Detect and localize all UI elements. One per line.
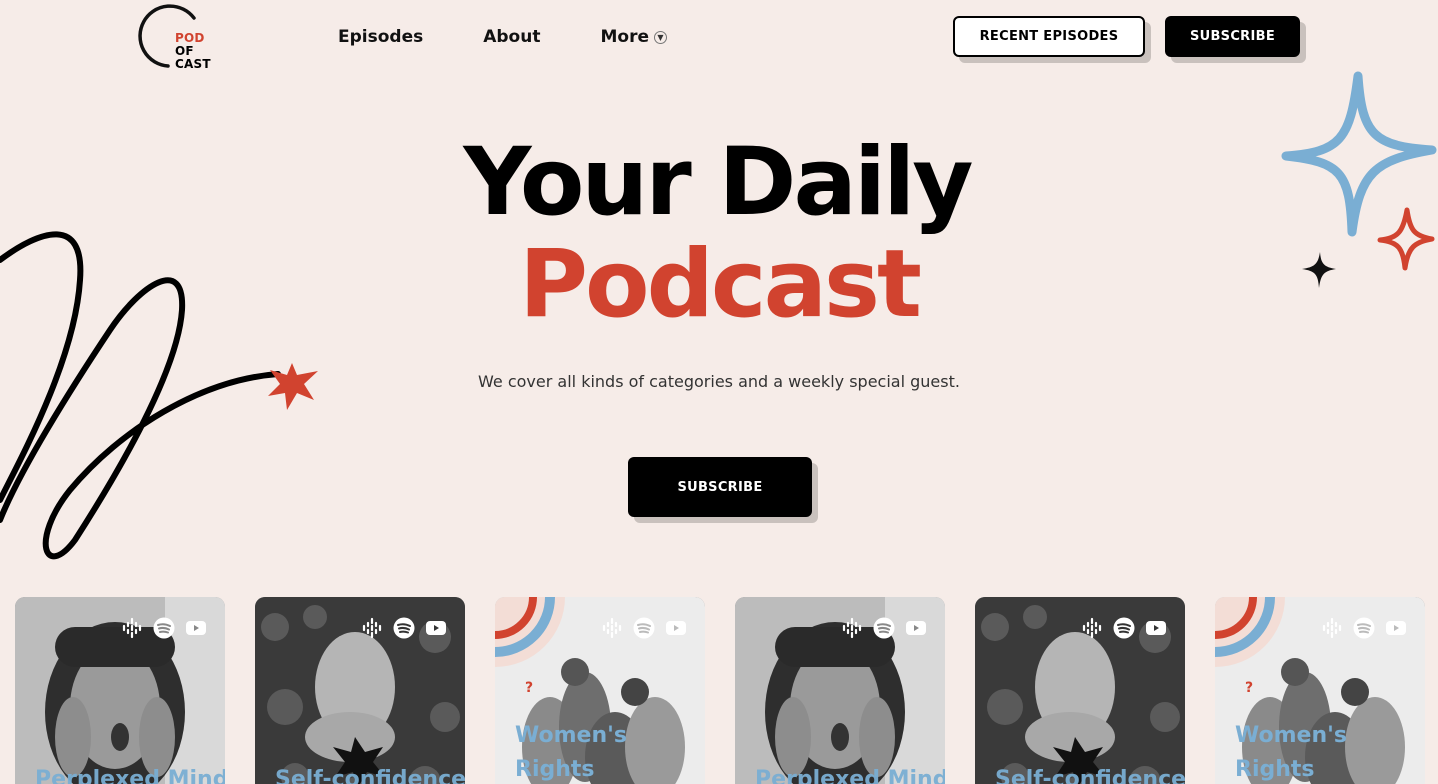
episode-title-line1: Women's [1235,723,1347,748]
spotify-icon[interactable] [153,617,175,639]
subscribe-button-header[interactable]: SUBSCRIBE [1165,16,1300,57]
spotify-icon[interactable] [393,617,415,639]
platform-icons [361,617,447,639]
nav-more-label: More [600,27,649,47]
podcasts-icon[interactable] [121,617,143,639]
nav-more[interactable]: More ▼ [600,26,667,48]
youtube-icon[interactable] [185,617,207,639]
spotify-icon[interactable] [873,617,895,639]
spotify-icon[interactable] [1353,617,1375,639]
platform-icons [601,617,687,639]
main-nav: Episodes About More ▼ [338,26,667,48]
spotify-icon[interactable] [633,617,655,639]
episode-title: Self-confidence [275,767,465,784]
episode-card[interactable]: Self-confidence [255,597,465,784]
platform-icons [1081,617,1167,639]
nav-about[interactable]: About [483,26,540,48]
episode-card[interactable]: ? Women's Rights [1215,597,1425,784]
nav-episodes[interactable]: Episodes [338,26,423,48]
logo[interactable]: POD OF CAST [138,4,218,72]
recent-episodes-button[interactable]: RECENT EPISODES [953,16,1145,57]
hero-title-line2: Podcast [519,230,922,339]
youtube-icon[interactable] [665,617,687,639]
hero-title-line1: Your Daily [463,128,973,237]
youtube-icon[interactable] [1385,617,1407,639]
spotify-icon[interactable] [1113,617,1135,639]
platform-icons [121,617,207,639]
episode-title: Perplexed Mind [755,767,945,784]
logo-text-pod: POD [175,31,205,45]
chevron-down-icon: ▼ [653,30,667,44]
episode-card[interactable]: ? Women's Rights [495,597,705,784]
episode-title-line2: Rights [515,757,595,782]
logo-text-of: OF [175,44,194,58]
youtube-icon[interactable] [905,617,927,639]
episode-card[interactable]: Self-confidence [975,597,1185,784]
podcasts-icon[interactable] [1321,617,1343,639]
episode-card[interactable]: Perplexed Mind [15,597,225,784]
svg-text:?: ? [525,680,533,696]
hero-tagline: We cover all kinds of categories and a w… [478,372,960,391]
platform-icons [1321,617,1407,639]
episode-title-line1: Women's [515,723,627,748]
episode-title: Self-confidence [995,767,1185,784]
logo-text-cast: CAST [175,57,211,71]
podcasts-icon[interactable] [601,617,623,639]
episode-card[interactable]: Perplexed Mind [735,597,945,784]
youtube-icon[interactable] [425,617,447,639]
podcasts-icon[interactable] [1081,617,1103,639]
episode-title: Perplexed Mind [35,767,225,784]
episode-title-line2: Rights [1235,757,1315,782]
podcasts-icon[interactable] [361,617,383,639]
svg-text:?: ? [1245,680,1253,696]
youtube-icon[interactable] [1145,617,1167,639]
platform-icons [841,617,927,639]
podcasts-icon[interactable] [841,617,863,639]
subscribe-button-hero[interactable]: SUBSCRIBE [628,457,812,517]
